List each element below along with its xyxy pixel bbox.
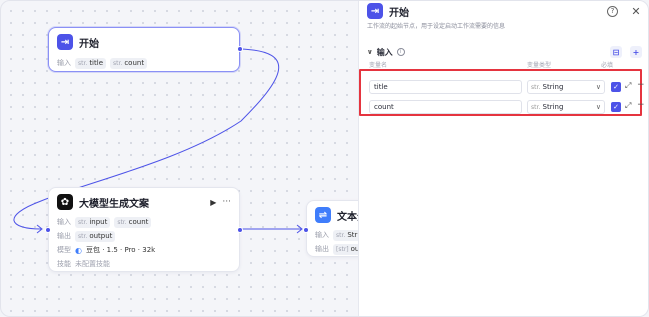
split-output-label: 输出 xyxy=(315,245,329,253)
remove-icon[interactable]: − xyxy=(637,80,645,90)
start-node-title: 开始 xyxy=(79,38,99,50)
add-param-button[interactable]: + xyxy=(630,46,642,58)
chevron-down-icon: ∨ xyxy=(595,83,601,91)
llm-skill-label: 技能 xyxy=(57,260,71,268)
start-input-label: 输入 xyxy=(57,59,71,67)
start-node[interactable]: ⇥ 开始 输入 str. title str. count xyxy=(48,27,243,72)
required-checkbox[interactable]: ✓ xyxy=(611,82,621,92)
llm-model-value: 豆包 · 1.5 · Pro · 32k xyxy=(85,246,156,254)
col-name-header: 变量名 xyxy=(369,62,388,69)
remove-icon[interactable]: − xyxy=(637,100,645,110)
start-output-port[interactable] xyxy=(237,46,243,52)
col-required-header: 必填 xyxy=(601,62,614,69)
chevron-down-icon: ∨ xyxy=(595,103,601,111)
model-icon: ◐ xyxy=(75,245,82,255)
llm-output-port[interactable] xyxy=(237,227,243,233)
llm-node[interactable]: ✿ 大模型生成文案 ▶ ··· 输入 str. input str. count 输… xyxy=(45,187,243,272)
start-node-icon: ⇥ xyxy=(57,34,73,50)
help-icon[interactable]: ? xyxy=(607,5,618,17)
split-node-icon: ⇌ xyxy=(315,207,331,223)
close-icon[interactable]: ✕ xyxy=(630,5,642,18)
param-type-select[interactable]: str. String ∨ xyxy=(527,80,605,94)
param-name-input[interactable]: count xyxy=(369,100,522,114)
edge-arrow-llm xyxy=(36,224,43,234)
panel-description: 工作流的起始节点，用于设定启动工作流需要的信息 xyxy=(367,23,506,30)
info-icon[interactable]: i xyxy=(396,48,405,56)
node-config-panel: ⇥ 开始 ? ✕ 工作流的起始节点，用于设定启动工作流需要的信息 ∨ 输入 i … xyxy=(358,1,648,316)
run-icon[interactable]: ▶ xyxy=(210,198,216,207)
required-checkbox[interactable]: ✓ xyxy=(611,102,621,112)
collapse-chevron-icon[interactable]: ∨ xyxy=(367,48,373,56)
llm-output-label: 输出 xyxy=(57,232,71,240)
llm-input-label: 输入 xyxy=(57,218,71,226)
batch-edit-button[interactable]: ⊟ xyxy=(610,46,622,58)
param-row: title str. String ∨ ✓ ⤢ − xyxy=(369,80,645,94)
llm-skill-value: 未配置技能 xyxy=(75,260,110,268)
more-icon[interactable]: ··· xyxy=(222,197,231,207)
llm-model-label: 模型 xyxy=(57,246,71,254)
col-type-header: 变量类型 xyxy=(527,62,552,69)
llm-input-port[interactable] xyxy=(45,227,51,233)
edge-arrow-split xyxy=(296,224,303,234)
expand-icon[interactable]: ⤢ xyxy=(625,81,631,91)
param-type-select[interactable]: str. String ∨ xyxy=(527,100,605,114)
section-title: 输入 xyxy=(376,47,393,57)
param-row: count str. String ∨ ✓ ⤢ − xyxy=(369,100,645,114)
expand-icon[interactable]: ⤢ xyxy=(625,101,631,111)
panel-title: 开始 xyxy=(389,7,409,19)
llm-node-icon: ✿ xyxy=(57,194,73,210)
llm-output-tag: str. output xyxy=(75,230,116,242)
split-input-label: 输入 xyxy=(315,231,329,239)
llm-input-tag: str. count xyxy=(114,216,152,228)
llm-node-title: 大模型生成文案 xyxy=(79,198,149,210)
llm-input-tag: str. input xyxy=(75,216,111,228)
param-column-headers: 变量名 变量类型 必填 xyxy=(359,60,648,69)
start-input-tag: str. title xyxy=(75,57,106,69)
start-input-tag: str. count xyxy=(110,57,148,69)
panel-start-icon: ⇥ xyxy=(367,3,383,19)
split-input-port[interactable] xyxy=(303,227,309,233)
params-highlight-box: title str. String ∨ ✓ ⤢ − count str. Stri… xyxy=(359,69,645,116)
param-name-input[interactable]: title xyxy=(369,80,522,94)
workflow-canvas[interactable]: ⇥ 开始 输入 str. title str. count ✿ 大模型生成文案 ▶ … xyxy=(0,0,649,317)
